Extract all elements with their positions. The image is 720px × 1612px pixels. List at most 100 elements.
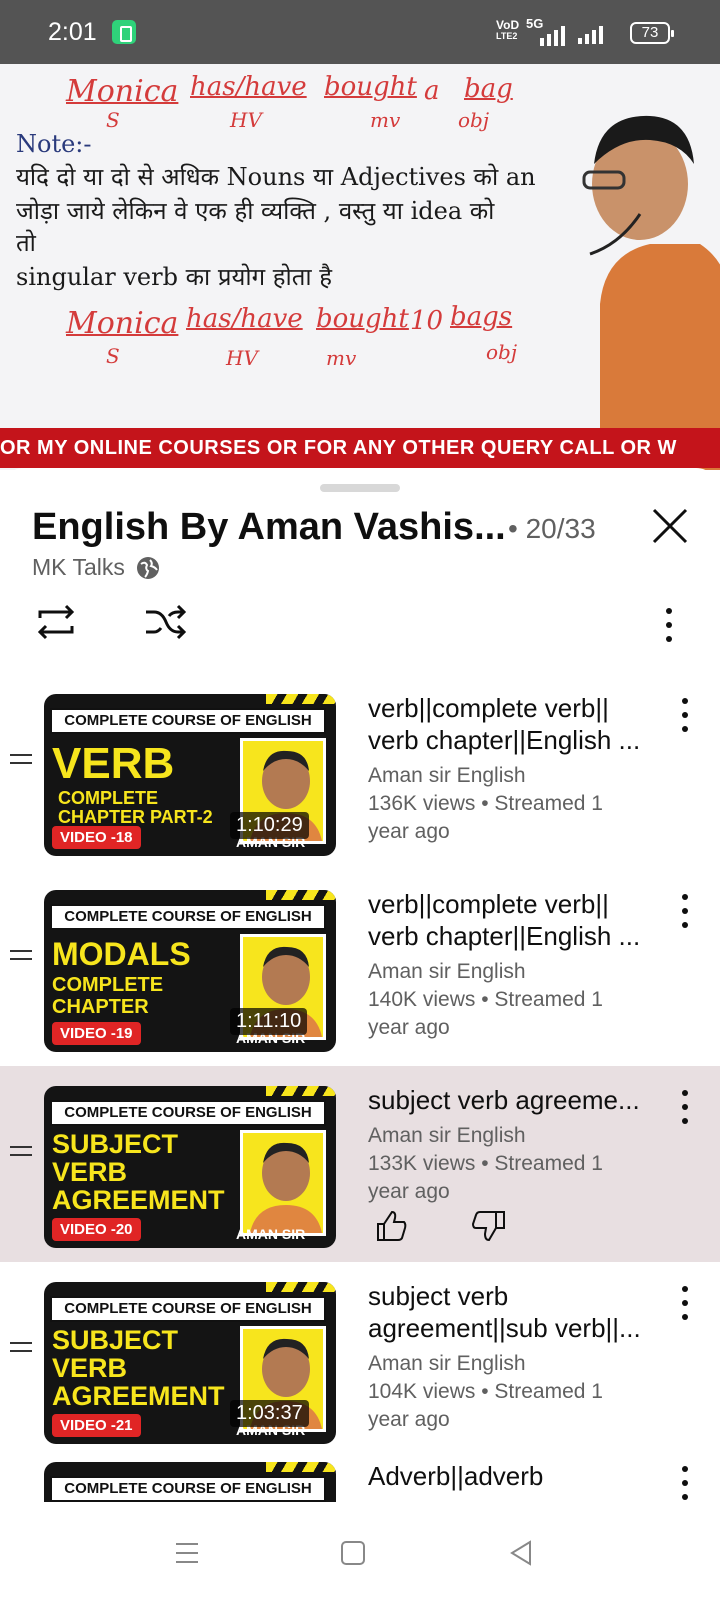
video-meta-line2: year ago	[368, 1180, 450, 1203]
thumb-big-text: SUBJECT	[52, 1325, 179, 1355]
video-title: subject verb	[368, 1281, 509, 1311]
drag-icon[interactable]	[10, 754, 32, 770]
video-meta-line2: year ago	[368, 820, 450, 843]
battery-saver-icon	[112, 20, 136, 44]
thumb-sub-text: CHAPTER	[52, 996, 149, 1018]
thumb-big-text: VERB	[52, 1353, 128, 1383]
video-channel: Aman sir English	[368, 1352, 526, 1375]
drag-handle[interactable]	[320, 484, 400, 492]
playlist-more-icon[interactable]	[664, 608, 674, 650]
playlist-item[interactable]: COMPLETE COURSE OF ENGLISH VERB COMPLETE…	[0, 674, 720, 870]
video-info[interactable]: verb||complete verb|| verb chapter||Engl…	[368, 692, 658, 846]
video-meta: 133K views • Streamed 1	[368, 1152, 603, 1175]
battery-icon: 73	[630, 22, 674, 44]
video-thumbnail[interactable]: COMPLETE COURSE OF ENGLISH	[44, 1462, 336, 1502]
back-icon[interactable]	[508, 1540, 534, 1566]
thumb-tag: VIDEO -19	[52, 1022, 141, 1045]
thumb-big-text: VERB	[52, 1157, 128, 1187]
playlist-item[interactable]: COMPLETE COURSE OF ENGLISH Adverb||adver…	[0, 1458, 720, 1502]
thumb-big-text: VERB	[52, 739, 175, 788]
video-meta: 104K views • Streamed 1	[368, 1380, 603, 1403]
drag-icon[interactable]	[10, 1342, 32, 1358]
note-line-4: singular verb का प्रयोग होता है	[16, 263, 333, 291]
video-player[interactable]: Monica S has/have HV bought mv a bag obj…	[0, 64, 720, 470]
video-title: verb||complete verb||	[368, 889, 609, 919]
video-info[interactable]: subject verb agreement||sub verb||... Am…	[368, 1280, 658, 1434]
note-label: Note:-	[16, 130, 92, 158]
playlist-item-current[interactable]: COMPLETE COURSE OF ENGLISH SUBJECT VERB …	[0, 1066, 720, 1262]
video-title: subject verb agreeme...	[368, 1085, 640, 1115]
thumb-sub-text: CHAPTER PART-2	[58, 807, 213, 827]
signal-icon-2	[578, 26, 603, 44]
video-title: verb||complete verb||	[368, 693, 609, 723]
thumb-tag: VIDEO -21	[52, 1414, 141, 1437]
video-meta-line2: year ago	[368, 1408, 450, 1431]
video-info[interactable]: verb||complete verb|| verb chapter||Engl…	[368, 888, 658, 1042]
status-bar: 2:01 VoD LTE2 5G 73	[0, 0, 720, 64]
video-meta: 140K views • Streamed 1	[368, 988, 603, 1011]
note-line-3: तो	[16, 229, 36, 257]
thumb-heading: COMPLETE COURSE OF ENGLISH	[50, 1100, 326, 1126]
drag-icon[interactable]	[10, 1146, 32, 1162]
video-thumbnail[interactable]: COMPLETE COURSE OF ENGLISH SUBJECT VERB …	[44, 1086, 336, 1248]
note-line-1: यदि दो या दो से अधिक Nouns या Adjectives…	[16, 163, 536, 191]
shuffle-icon[interactable]	[144, 604, 186, 640]
video-title: Adverb||adverb	[368, 1461, 544, 1491]
item-more-icon[interactable]	[680, 1286, 690, 1328]
video-channel: Aman sir English	[368, 764, 526, 787]
thumb-sub-text: COMPLETE	[58, 788, 159, 808]
video-thumbnail[interactable]: COMPLETE COURSE OF ENGLISH VERB COMPLETE…	[44, 694, 336, 856]
item-more-icon[interactable]	[680, 1090, 690, 1132]
note-line-2: जोड़ा जाये लेकिन वे एक ही व्यक्ति , वस्त…	[16, 197, 495, 225]
video-title-line2: agreement||sub verb||...	[368, 1313, 641, 1343]
thumb-big-text: AGREEMENT	[52, 1381, 225, 1411]
thumb-big-text: AGREEMENT	[52, 1185, 225, 1215]
thumb-heading: COMPLETE COURSE OF ENGLISH	[50, 904, 326, 930]
thumb-heading: COMPLETE COURSE OF ENGLISH	[50, 1476, 326, 1502]
globe-icon	[136, 556, 159, 579]
thumbs-up-icon	[377, 1210, 407, 1241]
video-thumbnail[interactable]: COMPLETE COURSE OF ENGLISH MODALS COMPLE…	[44, 890, 336, 1052]
video-info[interactable]: Adverb||adverb	[368, 1460, 658, 1492]
duration-badge: 1:11:10	[230, 1008, 308, 1035]
thumb-sub-text: COMPLETE	[52, 974, 164, 996]
signal-icon	[540, 26, 565, 46]
duration-badge: 1:03:37	[230, 1400, 309, 1427]
system-nav-bar	[0, 1526, 720, 1612]
recent-apps-icon[interactable]	[174, 1540, 200, 1566]
playlist-channel[interactable]: MK Talks	[32, 554, 161, 581]
playlist-sheet: English By Aman Vashis... • 20/33 MK Tal…	[0, 468, 720, 1612]
video-meta-line2: year ago	[368, 1016, 450, 1039]
thumb-author: AMAN SIR	[236, 1226, 306, 1242]
playlist-channel-label: MK Talks	[32, 554, 125, 580]
teacher-figure	[582, 115, 720, 470]
playlist-position: • 20/33	[508, 513, 596, 544]
playlist-item[interactable]: COMPLETE COURSE OF ENGLISH SUBJECT VERB …	[0, 1262, 720, 1458]
thumb-big-text: MODALS	[52, 936, 191, 972]
duration-badge: 1:10:29	[230, 812, 309, 839]
loop-icon[interactable]	[34, 604, 78, 640]
drag-icon[interactable]	[10, 950, 32, 966]
playlist-item[interactable]: COMPLETE COURSE OF ENGLISH MODALS COMPLE…	[0, 870, 720, 1066]
video-thumbnail[interactable]: COMPLETE COURSE OF ENGLISH SUBJECT VERB …	[44, 1282, 336, 1444]
video-channel: Aman sir English	[368, 1124, 526, 1147]
scrolling-ticker: OR MY ONLINE COURSES OR FOR ANY OTHER QU…	[0, 428, 720, 468]
thumb-heading: COMPLETE COURSE OF ENGLISH	[50, 1296, 326, 1322]
thumb-tag: VIDEO -20	[52, 1218, 141, 1241]
video-info[interactable]: subject verb agreeme... Aman sir English…	[368, 1084, 658, 1206]
thumbs-down-icon	[471, 1211, 505, 1242]
close-icon[interactable]	[650, 506, 690, 546]
video-channel: Aman sir English	[368, 960, 526, 983]
home-icon[interactable]	[340, 1540, 366, 1566]
video-meta: 136K views • Streamed 1	[368, 792, 603, 815]
item-more-icon[interactable]	[680, 1466, 690, 1502]
like-dislike-icons[interactable]	[376, 1210, 526, 1242]
video-title-line2: verb chapter||English ...	[368, 725, 641, 755]
volte-indicator: VoD LTE2	[496, 18, 520, 41]
thumb-big-text: SUBJECT	[52, 1129, 179, 1159]
thumb-photo	[240, 1130, 326, 1236]
thumb-tag: VIDEO -18	[52, 826, 141, 849]
item-more-icon[interactable]	[680, 894, 690, 936]
item-more-icon[interactable]	[680, 698, 690, 740]
thumb-heading: COMPLETE COURSE OF ENGLISH	[50, 708, 326, 734]
